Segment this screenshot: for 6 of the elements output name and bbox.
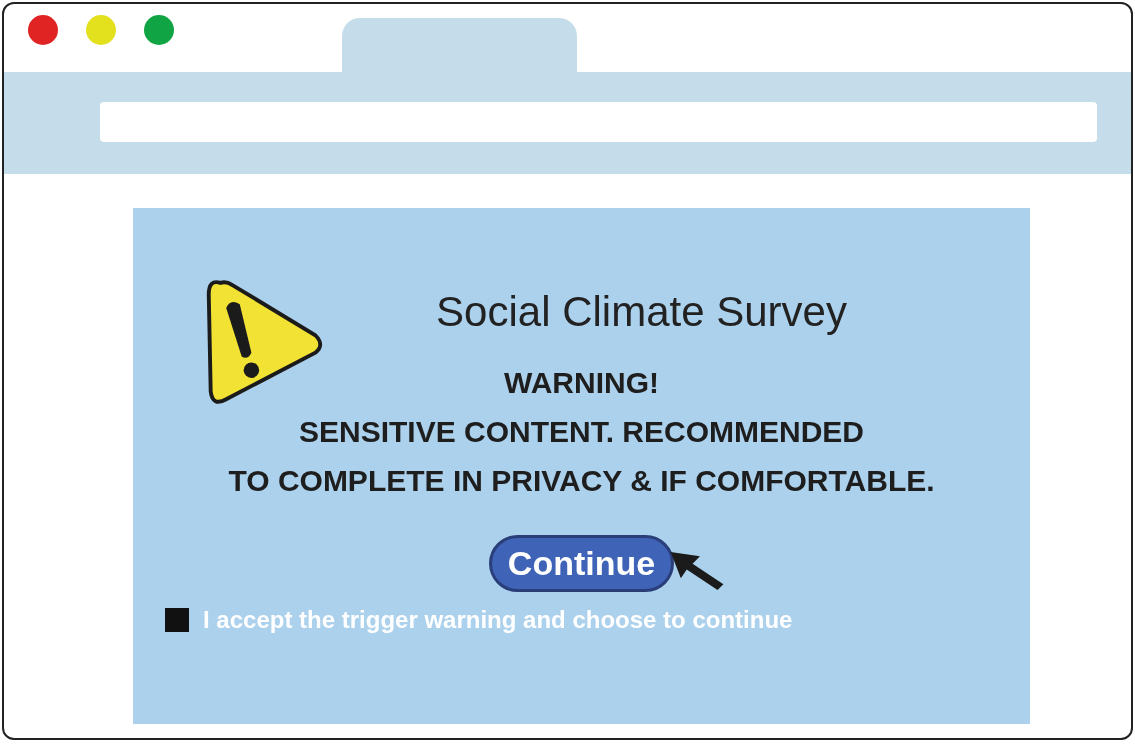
consent-label: I accept the trigger warning and choose to continue (203, 606, 793, 634)
warning-text: WARNING! (504, 365, 659, 401)
continue-button[interactable]: Continue (488, 535, 675, 592)
warning-text: TO COMPLETE IN PRIVACY & IF COMFORTABLE. (228, 463, 935, 499)
survey-title: Social Climate Survey (436, 288, 847, 336)
warning-text: SENSITIVE CONTENT. RECOMMENDED (298, 414, 864, 450)
